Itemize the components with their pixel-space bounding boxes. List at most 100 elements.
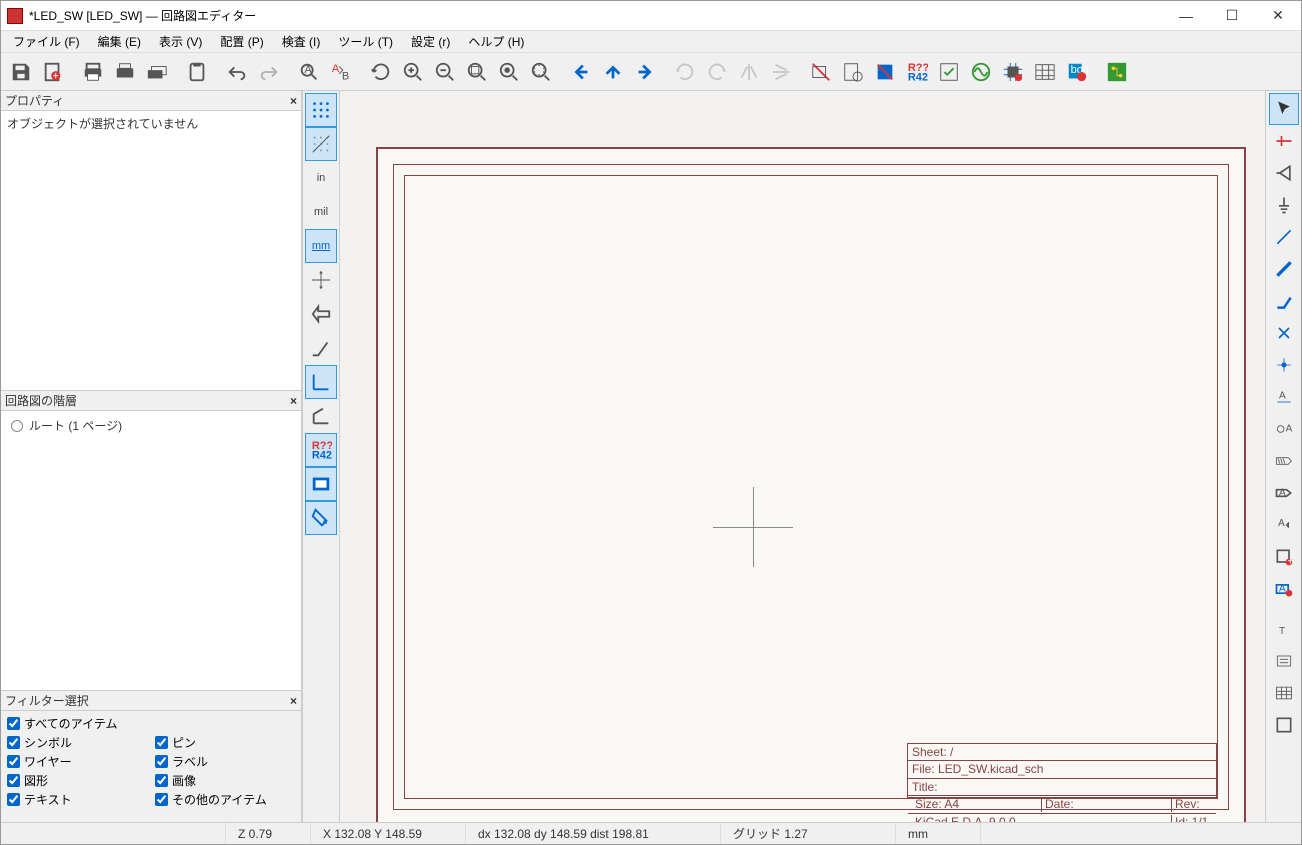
sync-hier-labels-icon[interactable]: A	[1269, 573, 1299, 605]
maximize-button[interactable]: ☐	[1209, 1, 1255, 31]
filter-other-checkbox[interactable]	[155, 793, 168, 806]
erc-icon[interactable]	[934, 57, 964, 87]
nav-right-icon[interactable]	[630, 57, 660, 87]
add-wire-icon[interactable]	[1269, 221, 1299, 253]
bus-entry-icon[interactable]	[1269, 285, 1299, 317]
close-properties-icon[interactable]: ×	[290, 94, 297, 108]
annotate-auto-icon[interactable]: R??R42	[305, 433, 337, 467]
svg-text:A: A	[1279, 391, 1286, 402]
hierarchy-title: 回路図の階層	[5, 392, 77, 409]
rotate-cw-icon[interactable]	[702, 57, 732, 87]
zoom-fit-icon[interactable]	[462, 57, 492, 87]
filter-wire-checkbox[interactable]	[7, 755, 20, 768]
find-icon[interactable]: A	[294, 57, 324, 87]
menu-settings[interactable]: 設定 (r)	[403, 31, 458, 52]
ortho-icon[interactable]	[305, 365, 337, 399]
symbol-edit-icon[interactable]	[838, 57, 868, 87]
noconnect-icon[interactable]	[1269, 317, 1299, 349]
bom-icon[interactable]: bom	[1062, 57, 1092, 87]
unit-mm-button[interactable]: mm	[305, 229, 337, 263]
nav-up-icon[interactable]	[598, 57, 628, 87]
print-icon[interactable]	[78, 57, 108, 87]
mirror-h-icon[interactable]	[734, 57, 764, 87]
page-settings-icon[interactable]	[38, 57, 68, 87]
pcb-editor-icon[interactable]	[1102, 57, 1132, 87]
hidden-pins-icon[interactable]	[305, 297, 337, 331]
properties-empty-text: オブジェクトが選択されていません	[7, 117, 198, 131]
menu-view[interactable]: 表示 (V)	[151, 31, 210, 52]
hide-fields-icon[interactable]	[806, 57, 836, 87]
undo-icon[interactable]	[222, 57, 252, 87]
close-hierarchy-icon[interactable]: ×	[290, 394, 297, 408]
close-button[interactable]: ✕	[1255, 1, 1301, 31]
zoom-out-icon[interactable]	[430, 57, 460, 87]
refresh-icon[interactable]	[366, 57, 396, 87]
filter-pin-checkbox[interactable]	[155, 736, 168, 749]
add-table-icon[interactable]	[1269, 677, 1299, 709]
minimize-button[interactable]: —	[1163, 1, 1209, 31]
op-toggle-icon[interactable]	[305, 467, 337, 501]
status-grid[interactable]: グリッド 1.27	[721, 823, 896, 844]
menu-file[interactable]: ファイル (F)	[5, 31, 88, 52]
global-label-icon[interactable]: A	[1269, 413, 1299, 445]
free-angle-icon[interactable]	[305, 331, 337, 365]
paste-icon[interactable]	[182, 57, 212, 87]
hierarchy-root-item[interactable]: ルート (1 ページ)	[7, 415, 295, 436]
menu-tool[interactable]: ツール (T)	[330, 31, 401, 52]
netclass-label-icon[interactable]	[1269, 445, 1299, 477]
plot-icon[interactable]	[110, 57, 140, 87]
unit-in-button[interactable]: in	[305, 161, 337, 195]
annotate-icon[interactable]: R??R42	[902, 57, 932, 87]
add-bus-icon[interactable]	[1269, 253, 1299, 285]
filter-shape-checkbox[interactable]	[7, 774, 20, 787]
junction-icon[interactable]	[1269, 349, 1299, 381]
filter-image-checkbox[interactable]	[155, 774, 168, 787]
save-icon[interactable]	[6, 57, 36, 87]
simulator-icon[interactable]	[966, 57, 996, 87]
status-unit[interactable]: mm	[896, 823, 981, 844]
rotate-ccw-icon[interactable]	[670, 57, 700, 87]
schematic-canvas[interactable]: Sheet: / File: LED_SW.kicad_sch Title: S…	[340, 91, 1265, 822]
cursor-full-icon[interactable]	[305, 263, 337, 297]
add-text-icon[interactable]: T	[1269, 613, 1299, 645]
filter-text-checkbox[interactable]	[7, 793, 20, 806]
properties-panel: プロパティ× オブジェクトが選択されていません	[1, 91, 301, 391]
mirror-v-icon[interactable]	[766, 57, 796, 87]
footprint-assign-icon[interactable]	[870, 57, 900, 87]
redo-icon[interactable]	[254, 57, 284, 87]
select-tool-icon[interactable]	[1269, 93, 1299, 125]
zoom-objects-icon[interactable]	[494, 57, 524, 87]
add-textbox-icon[interactable]	[1269, 645, 1299, 677]
unit-mil-button[interactable]: mil	[305, 195, 337, 229]
plot-all-icon[interactable]	[142, 57, 172, 87]
svg-text:A: A	[304, 63, 312, 75]
menu-check[interactable]: 検査 (I)	[274, 31, 329, 52]
replace-icon[interactable]: AB	[326, 57, 356, 87]
net-label-icon[interactable]: A	[1269, 381, 1299, 413]
nav-left-icon[interactable]	[566, 57, 596, 87]
menu-place[interactable]: 配置 (P)	[212, 31, 271, 52]
grid-toggle-icon[interactable]	[305, 93, 337, 127]
filter-all-checkbox[interactable]	[7, 717, 20, 730]
close-filter-icon[interactable]: ×	[290, 694, 297, 708]
add-power-icon[interactable]	[1269, 189, 1299, 221]
svg-text:A: A	[1285, 424, 1292, 435]
grid-overrides-icon[interactable]	[305, 127, 337, 161]
footprint-cvpcb-icon[interactable]	[998, 57, 1028, 87]
add-shape-icon[interactable]	[1269, 709, 1299, 741]
filter-label-checkbox[interactable]	[155, 755, 168, 768]
add-hiersheet-icon[interactable]: +	[1269, 541, 1299, 573]
45deg-icon[interactable]	[305, 399, 337, 433]
right-toolbar: A A A A + A T	[1265, 91, 1301, 822]
menu-help[interactable]: ヘルプ (H)	[460, 31, 532, 52]
filter-symbol-checkbox[interactable]	[7, 736, 20, 749]
add-symbol-icon[interactable]	[1269, 157, 1299, 189]
symbol-fields-icon[interactable]	[1030, 57, 1060, 87]
menu-edit[interactable]: 編集 (E)	[90, 31, 149, 52]
highlight-net-icon[interactable]	[1269, 125, 1299, 157]
hier-label-icon[interactable]: A	[1269, 477, 1299, 509]
sync-sheet-pins-icon[interactable]: A	[1269, 509, 1299, 541]
tune-icon[interactable]	[305, 501, 337, 535]
zoom-in-icon[interactable]	[398, 57, 428, 87]
zoom-selection-icon[interactable]	[526, 57, 556, 87]
